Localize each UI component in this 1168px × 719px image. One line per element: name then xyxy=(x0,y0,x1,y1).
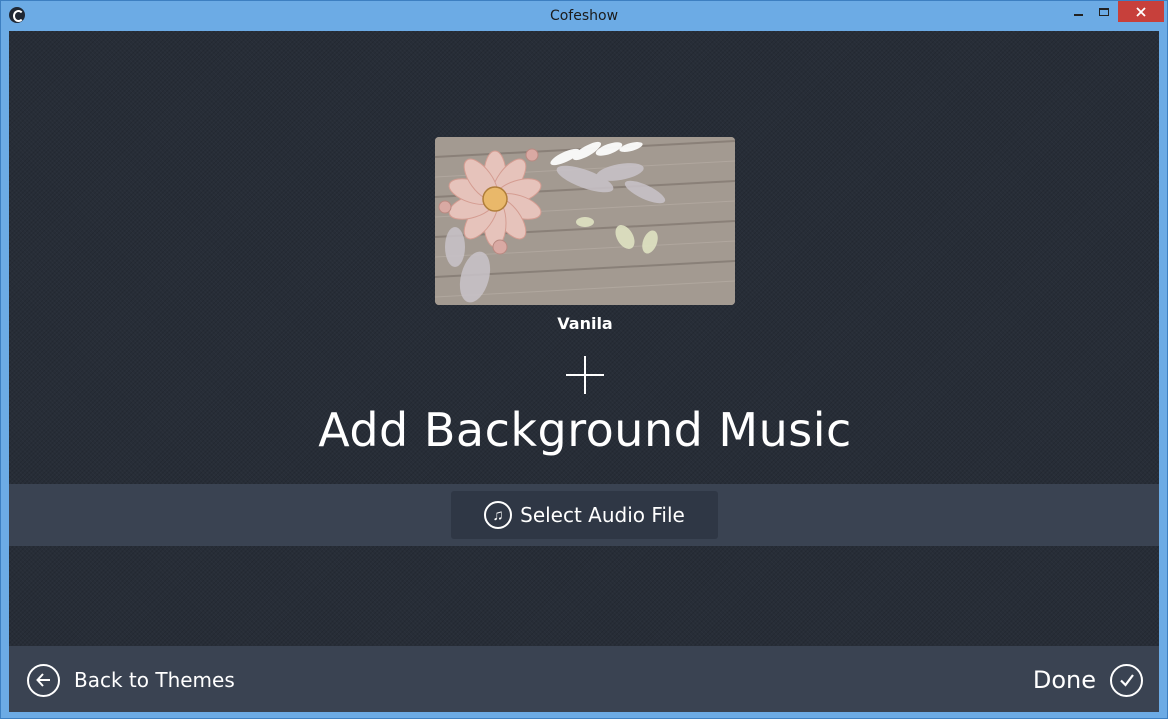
checkmark-icon xyxy=(1110,663,1143,697)
window-title: Cofeshow xyxy=(549,8,619,24)
plus-icon[interactable] xyxy=(566,356,604,394)
arrow-left-icon xyxy=(27,663,60,697)
back-to-themes-button[interactable]: Back to Themes xyxy=(27,663,235,697)
theme-preview-image xyxy=(435,137,735,305)
select-audio-file-button[interactable]: ♫ Select Audio File xyxy=(451,491,718,539)
select-audio-file-label: Select Audio File xyxy=(520,503,685,527)
title-bar[interactable]: Cofeshow xyxy=(1,1,1167,31)
maximize-icon xyxy=(1099,8,1109,16)
theme-thumbnail[interactable] xyxy=(435,137,735,305)
close-icon xyxy=(1136,6,1146,17)
done-button[interactable]: Done xyxy=(1033,663,1143,697)
theme-name-label: Vanila xyxy=(557,314,613,333)
music-note-icon: ♫ xyxy=(484,501,513,529)
app-window: Cofeshow Vanila Add Background Music ♫ S… xyxy=(0,0,1168,719)
back-to-themes-label: Back to Themes xyxy=(74,668,235,692)
done-label: Done xyxy=(1032,666,1096,694)
minimize-icon xyxy=(1073,14,1083,16)
close-button[interactable] xyxy=(1118,1,1164,22)
main-content: Vanila Add Background Music ♫ Select Aud… xyxy=(9,31,1159,712)
audio-select-bar: ♫ Select Audio File xyxy=(9,484,1159,546)
footer-bar: Back to Themes Done xyxy=(9,646,1159,712)
maximize-button[interactable] xyxy=(1091,1,1117,23)
add-music-heading[interactable]: Add Background Music xyxy=(185,403,985,457)
minimize-button[interactable] xyxy=(1065,1,1091,23)
